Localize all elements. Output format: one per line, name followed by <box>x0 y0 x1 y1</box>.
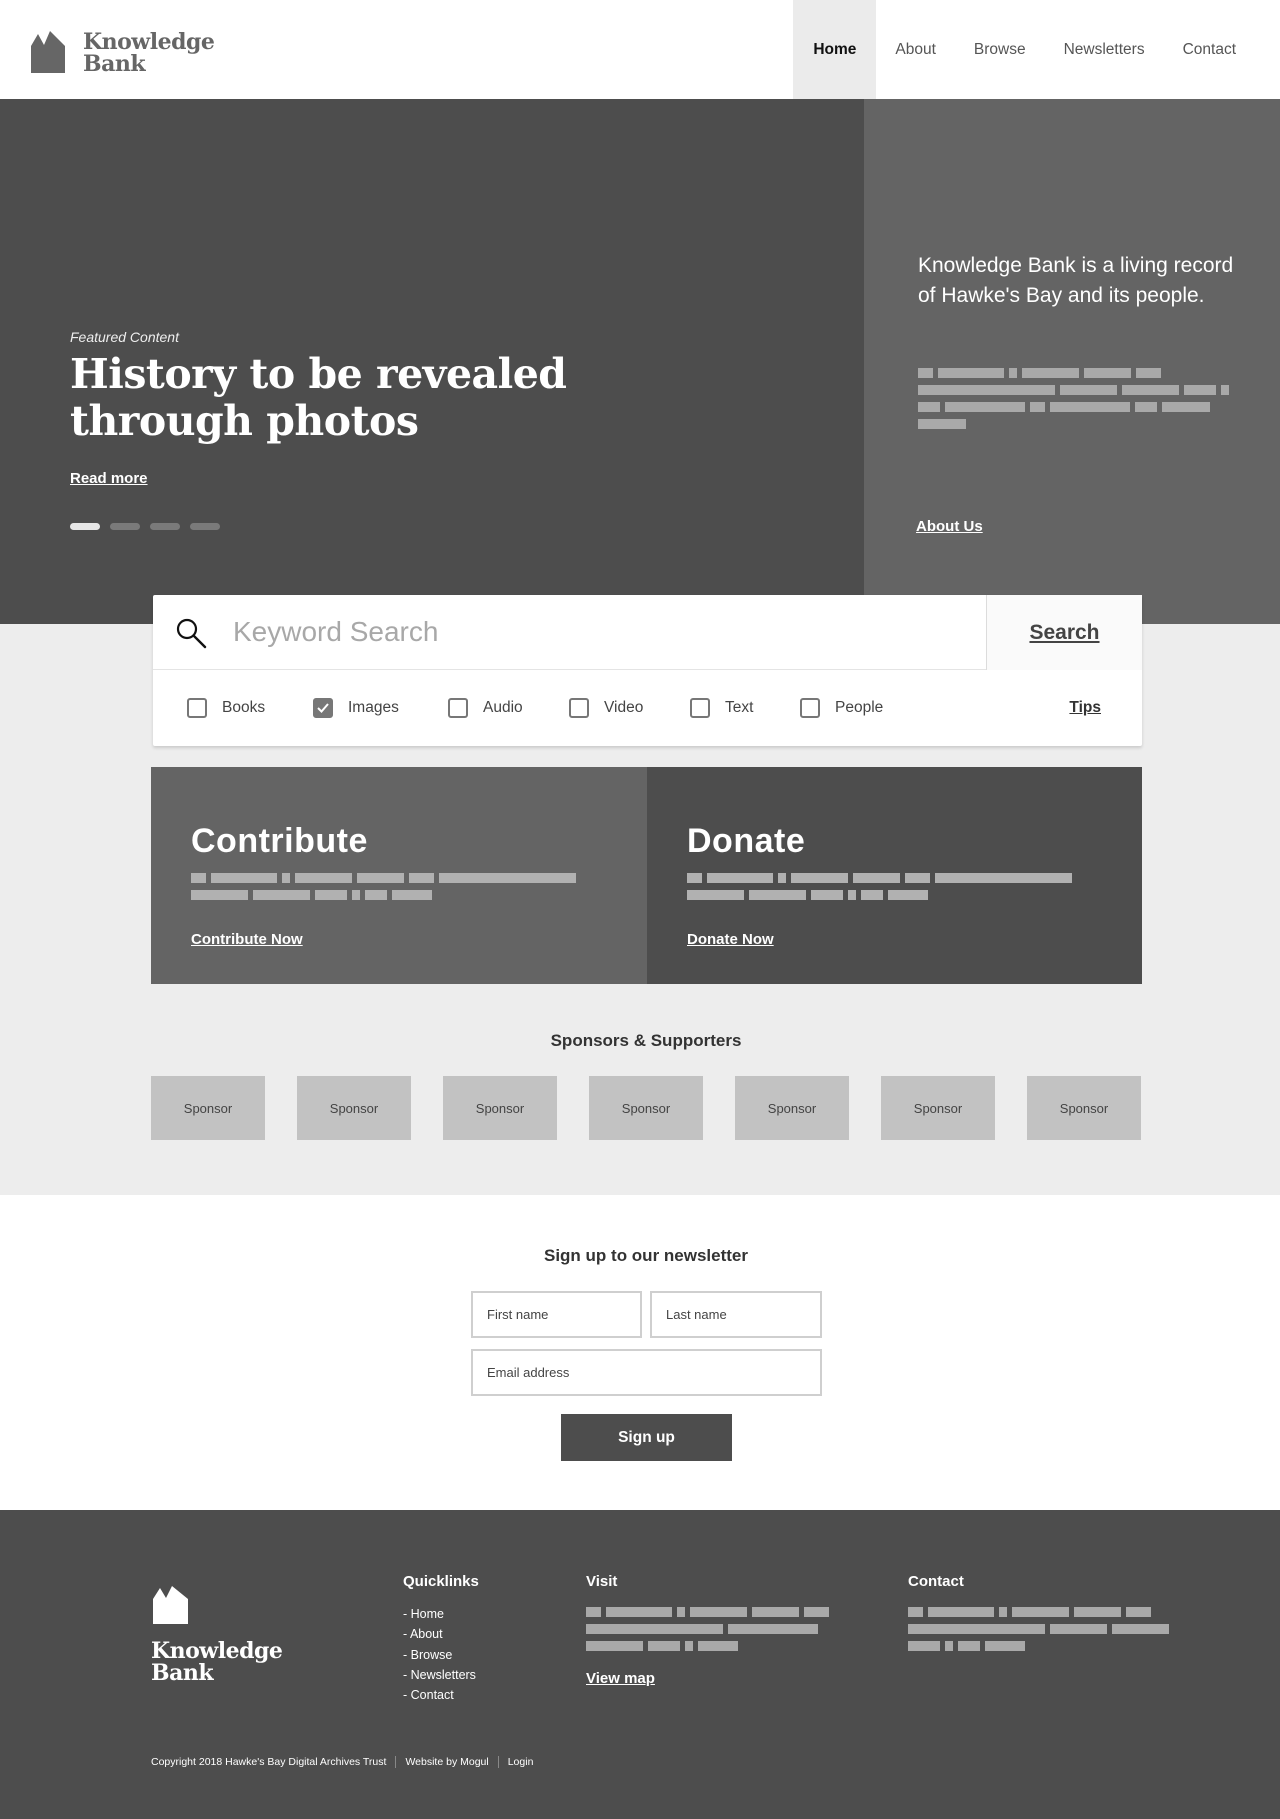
logo-mark-icon <box>153 1586 188 1624</box>
filter-people[interactable]: People <box>800 670 883 746</box>
slide-dot-4[interactable] <box>190 523 220 530</box>
main-nav: Home About Browse Newsletters Contact <box>793 0 1280 99</box>
quicklink-newsletters[interactable]: - Newsletters <box>403 1665 476 1685</box>
sponsor-logos: Sponsor Sponsor Sponsor Sponsor Sponsor … <box>151 1076 1141 1140</box>
checkbox-audio[interactable] <box>448 698 468 718</box>
nav-item-contact[interactable]: Contact <box>1164 0 1280 99</box>
quicklink-about[interactable]: - About <box>403 1624 476 1644</box>
quicklink-contact[interactable]: - Contact <box>403 1685 476 1705</box>
footer-logo-text-line1: Knowledge <box>151 1638 283 1664</box>
contact-title: Contact <box>908 1573 964 1590</box>
filter-people-label: People <box>835 699 884 716</box>
donate-title: Donate <box>687 822 806 860</box>
checkbox-video[interactable] <box>569 698 589 718</box>
divider <box>395 1756 397 1768</box>
hero-featured-slide: Featured Content History to be revealed … <box>0 99 864 624</box>
sponsor-logo[interactable]: Sponsor <box>151 1076 265 1140</box>
hero-intro-panel: Knowledge Bank is a living record of Haw… <box>864 99 1280 624</box>
hero-title: History to be revealed through photos <box>70 350 567 445</box>
first-name-field[interactable] <box>471 1291 642 1338</box>
slide-dot-2[interactable] <box>110 523 140 530</box>
slide-dot-3[interactable] <box>150 523 180 530</box>
checkbox-images[interactable] <box>313 698 333 718</box>
nav-item-newsletters[interactable]: Newsletters <box>1045 0 1164 99</box>
filter-books[interactable]: Books <box>187 670 265 746</box>
nav-item-home[interactable]: Home <box>793 0 877 99</box>
checkbox-people[interactable] <box>800 698 820 718</box>
logo-text: Knowledge Bank <box>83 29 215 77</box>
quicklink-home[interactable]: - Home <box>403 1604 476 1624</box>
contact-details-placeholder <box>908 1607 1169 1658</box>
featured-label: Featured Content <box>70 329 179 345</box>
logo-text-line2: Bank <box>83 51 146 77</box>
site-header: Knowledge Bank Home About Browse Newslet… <box>0 0 1280 99</box>
sponsors-title: Sponsors & Supporters <box>550 1031 742 1050</box>
login-link[interactable]: Login <box>508 1756 534 1768</box>
search-filters: Books Images Audio Video Text People Tip… <box>153 670 1142 746</box>
visit-address-placeholder <box>586 1607 829 1658</box>
sponsor-logo[interactable]: Sponsor <box>881 1076 995 1140</box>
sponsor-logo[interactable]: Sponsor <box>297 1076 411 1140</box>
search-panel: Search Books Images Audio Video Text Peo… <box>153 595 1142 746</box>
checkbox-books[interactable] <box>187 698 207 718</box>
newsletter-title: Sign up to our newsletter <box>543 1246 748 1265</box>
footer-logo-text-line2: Bank <box>151 1660 214 1686</box>
filter-text-label: Text <box>725 699 754 716</box>
search-icon <box>176 618 207 649</box>
divider <box>497 1756 499 1768</box>
search-button[interactable]: Search <box>986 595 1142 670</box>
read-more-link[interactable]: Read more <box>70 470 148 487</box>
intro-placeholder-text <box>918 368 1229 436</box>
visit-title: Visit <box>586 1573 618 1590</box>
view-map-link[interactable]: View map <box>586 1670 655 1687</box>
donate-placeholder-text <box>687 873 1072 907</box>
sponsor-logo[interactable]: Sponsor <box>589 1076 703 1140</box>
logo-text-line1: Knowledge <box>83 29 215 55</box>
last-name-field[interactable] <box>650 1291 822 1338</box>
search-tips-link[interactable]: Tips <box>1069 670 1101 746</box>
copyright-text: Copyright 2018 Hawke's Bay Digital Archi… <box>151 1756 387 1768</box>
contribute-placeholder-text <box>191 873 576 907</box>
site-footer: Knowledge Bank Quicklinks - Home - About… <box>0 1510 1280 1819</box>
quicklink-browse[interactable]: - Browse <box>403 1645 476 1665</box>
filter-books-label: Books <box>222 699 266 716</box>
contribute-card: Contribute Contribute Now <box>151 767 647 984</box>
logo-mark-icon <box>31 31 65 73</box>
footer-logo[interactable]: Knowledge Bank <box>151 1586 283 1686</box>
filter-video-label: Video <box>604 699 644 716</box>
footer-logo-text: Knowledge Bank <box>151 1638 283 1686</box>
hero: Featured Content History to be revealed … <box>0 99 1280 624</box>
quicklinks-list: - Home - About - Browse - Newsletters - … <box>403 1604 476 1705</box>
donate-now-link[interactable]: Donate Now <box>687 931 774 948</box>
intro-text: Knowledge Bank is a living record of Haw… <box>918 254 1234 307</box>
about-us-link[interactable]: About Us <box>916 518 983 535</box>
check-icon <box>317 703 329 713</box>
sponsor-logo[interactable]: Sponsor <box>735 1076 849 1140</box>
contribute-now-link[interactable]: Contribute Now <box>191 931 303 948</box>
checkbox-text[interactable] <box>690 698 710 718</box>
filter-text[interactable]: Text <box>690 670 753 746</box>
donate-card: Donate Donate Now <box>647 767 1142 984</box>
nav-item-about[interactable]: About <box>876 0 955 99</box>
filter-video[interactable]: Video <box>569 670 643 746</box>
quicklinks-title: Quicklinks <box>403 1573 479 1590</box>
slide-indicators <box>70 523 220 530</box>
filter-images[interactable]: Images <box>313 670 399 746</box>
sign-up-button[interactable]: Sign up <box>561 1414 732 1461</box>
website-by-link[interactable]: Website by Mogul <box>405 1756 488 1768</box>
contribute-title: Contribute <box>191 822 368 860</box>
slide-dot-1[interactable] <box>70 523 100 530</box>
footer-legal: Copyright 2018 Hawke's Bay Digital Archi… <box>151 1756 533 1768</box>
site-logo[interactable]: Knowledge Bank <box>31 29 215 77</box>
filter-audio[interactable]: Audio <box>448 670 523 746</box>
filter-images-label: Images <box>348 699 399 716</box>
search-input[interactable] <box>233 609 833 655</box>
email-field[interactable] <box>471 1349 822 1396</box>
search-bar: Search <box>153 595 1142 670</box>
sponsor-logo[interactable]: Sponsor <box>443 1076 557 1140</box>
nav-item-browse[interactable]: Browse <box>955 0 1045 99</box>
sponsor-logo[interactable]: Sponsor <box>1027 1076 1141 1140</box>
filter-audio-label: Audio <box>483 699 523 716</box>
